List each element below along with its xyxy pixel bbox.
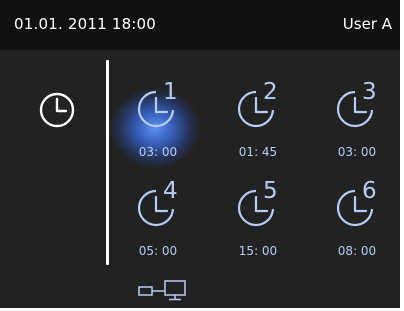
clock-icon[interactable] [37,90,77,130]
timer-slot-5[interactable]: 5 15: 00 [227,178,291,264]
timer-slot-1[interactable]: 1 03: 00 [127,79,191,165]
timer-slot-4[interactable]: 4 05: 00 [127,178,191,264]
vertical-divider [106,60,109,265]
slot-time: 03: 00 [138,145,178,159]
slot-time: 08: 00 [337,244,377,258]
slot-number: 2 [263,79,278,105]
slot-time: 15: 00 [238,244,278,258]
slot-number: 5 [263,178,278,204]
current-user[interactable]: User A [343,15,392,33]
timer-slot-6[interactable]: 6 08: 00 [326,178,390,264]
timer-slot-2[interactable]: 2 01: 45 [227,79,291,165]
device-screen: 01.01. 2011 18:00 User A 1 03: 00 2 01: … [0,0,400,308]
slot-number: 1 [163,79,178,105]
timer-slot-3[interactable]: 3 03: 00 [326,79,390,165]
slot-number: 3 [362,79,377,105]
status-bar: 01.01. 2011 18:00 User A [0,0,400,50]
network-connection-icon[interactable] [138,278,190,302]
date-time: 01.01. 2011 18:00 [14,15,157,33]
slot-time: 01: 45 [238,145,278,159]
slot-number: 4 [163,178,178,204]
slot-time: 05: 00 [138,244,178,258]
slot-time: 03: 00 [337,145,377,159]
slot-number: 6 [362,178,377,204]
